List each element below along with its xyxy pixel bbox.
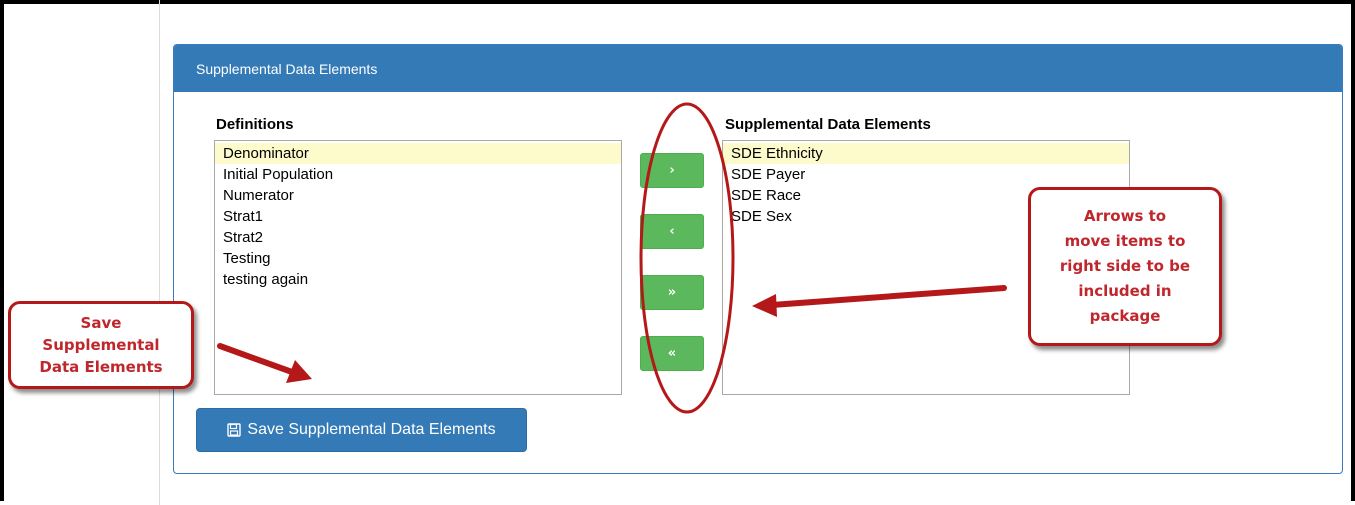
definitions-listbox[interactable]: Denominator Initial Population Numerator St… — [214, 140, 622, 395]
sidebar-divider — [159, 0, 160, 505]
panel-heading: Supplemental Data Elements — [174, 45, 1342, 92]
floppy-disk-icon — [227, 423, 242, 437]
arrows-callout: Arrows to move items to right side to be… — [1028, 187, 1222, 346]
list-item[interactable]: testing again — [215, 269, 621, 290]
move-left-button[interactable]: ‹ — [640, 214, 704, 249]
save-sde-button[interactable]: Save Supplemental Data Elements — [196, 408, 527, 452]
list-item[interactable]: Strat2 — [215, 227, 621, 248]
sde-label: Supplemental Data Elements — [725, 116, 931, 133]
save-callout: Save Supplemental Data Elements — [8, 301, 194, 389]
move-all-right-button[interactable]: » — [640, 275, 704, 310]
list-item[interactable]: Denominator — [215, 143, 621, 164]
move-right-button[interactable]: › — [640, 153, 704, 188]
list-item[interactable]: SDE Payer — [723, 164, 1129, 185]
list-item[interactable]: Initial Population — [215, 164, 621, 185]
definitions-label: Definitions — [216, 116, 294, 133]
list-item[interactable]: Testing — [215, 248, 621, 269]
list-item[interactable]: Strat1 — [215, 206, 621, 227]
save-button-label: Save Supplemental Data Elements — [247, 421, 496, 438]
list-item[interactable]: Numerator — [215, 185, 621, 206]
list-item[interactable]: SDE Ethnicity — [723, 143, 1129, 164]
move-all-left-button[interactable]: « — [640, 336, 704, 371]
